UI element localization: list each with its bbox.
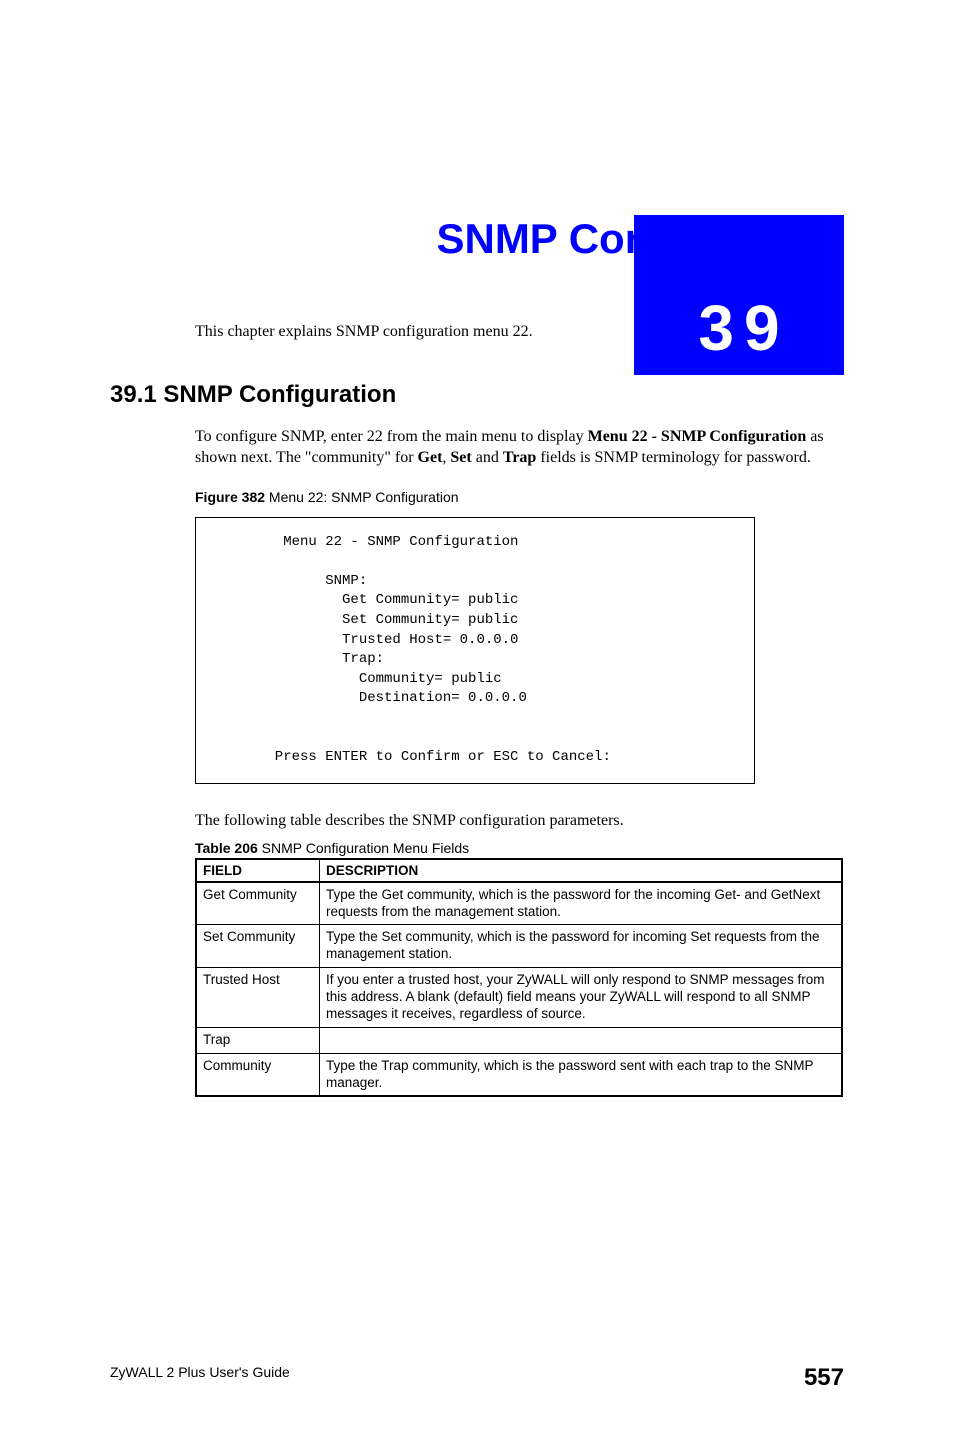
cell-field: Set Community: [196, 925, 320, 968]
cell-field: Community: [196, 1053, 320, 1096]
figure-label-bold: Figure 382: [195, 489, 265, 505]
table-label-bold: Table 206: [195, 840, 258, 856]
menu-ref: Menu 22 - SNMP Configuration: [588, 428, 807, 445]
table-row: Trap: [196, 1027, 842, 1053]
get-bold: Get: [418, 449, 443, 466]
table-intro: The following table describes the SNMP c…: [195, 812, 844, 830]
para-text: To configure SNMP, enter 22 from the mai…: [195, 428, 588, 445]
para-text: fields is SNMP terminology for password.: [536, 449, 811, 466]
cell-field: Trap: [196, 1027, 320, 1053]
col-header-desc: DESCRIPTION: [320, 859, 843, 882]
param-table: FIELD DESCRIPTION Get Community Type the…: [195, 858, 843, 1098]
cell-desc: Type the Get community, which is the pas…: [320, 882, 843, 925]
cell-desc: Type the Set community, which is the pas…: [320, 925, 843, 968]
figure-label: Figure 382 Menu 22: SNMP Configuration: [195, 489, 844, 505]
footer-page-num: 557: [804, 1364, 844, 1392]
para-text: and: [472, 449, 503, 466]
col-header-field: FIELD: [196, 859, 320, 882]
footer-guide: ZyWALL 2 Plus User's Guide: [110, 1364, 290, 1392]
section-heading: 39.1 SNMP Configuration: [110, 381, 844, 409]
table-row: Trusted Host If you enter a trusted host…: [196, 968, 842, 1028]
section-body: To configure SNMP, enter 22 from the mai…: [195, 427, 844, 469]
table-header-row: FIELD DESCRIPTION: [196, 859, 842, 882]
table-row: Set Community Type the Set community, wh…: [196, 925, 842, 968]
table-label: Table 206 SNMP Configuration Menu Fields: [195, 840, 844, 856]
cell-field: Get Community: [196, 882, 320, 925]
table-row: Community Type the Trap community, which…: [196, 1053, 842, 1096]
cell-desc: [320, 1027, 843, 1053]
chapter-number-box: 39: [634, 215, 844, 375]
chapter-number: 39: [698, 291, 789, 365]
table-label-text: SNMP Configuration Menu Fields: [258, 840, 469, 856]
table-row: Get Community Type the Get community, wh…: [196, 882, 842, 925]
page-footer: ZyWALL 2 Plus User's Guide 557: [110, 1364, 844, 1392]
cell-desc: If you enter a trusted host, your ZyWALL…: [320, 968, 843, 1028]
cell-desc: Type the Trap community, which is the pa…: [320, 1053, 843, 1096]
set-bold: Set: [450, 449, 471, 466]
figure-label-text: Menu 22: SNMP Configuration: [265, 489, 459, 505]
menu-screenshot: Menu 22 - SNMP Configuration SNMP: Get C…: [195, 517, 755, 784]
cell-field: Trusted Host: [196, 968, 320, 1028]
trap-bold: Trap: [503, 449, 536, 466]
